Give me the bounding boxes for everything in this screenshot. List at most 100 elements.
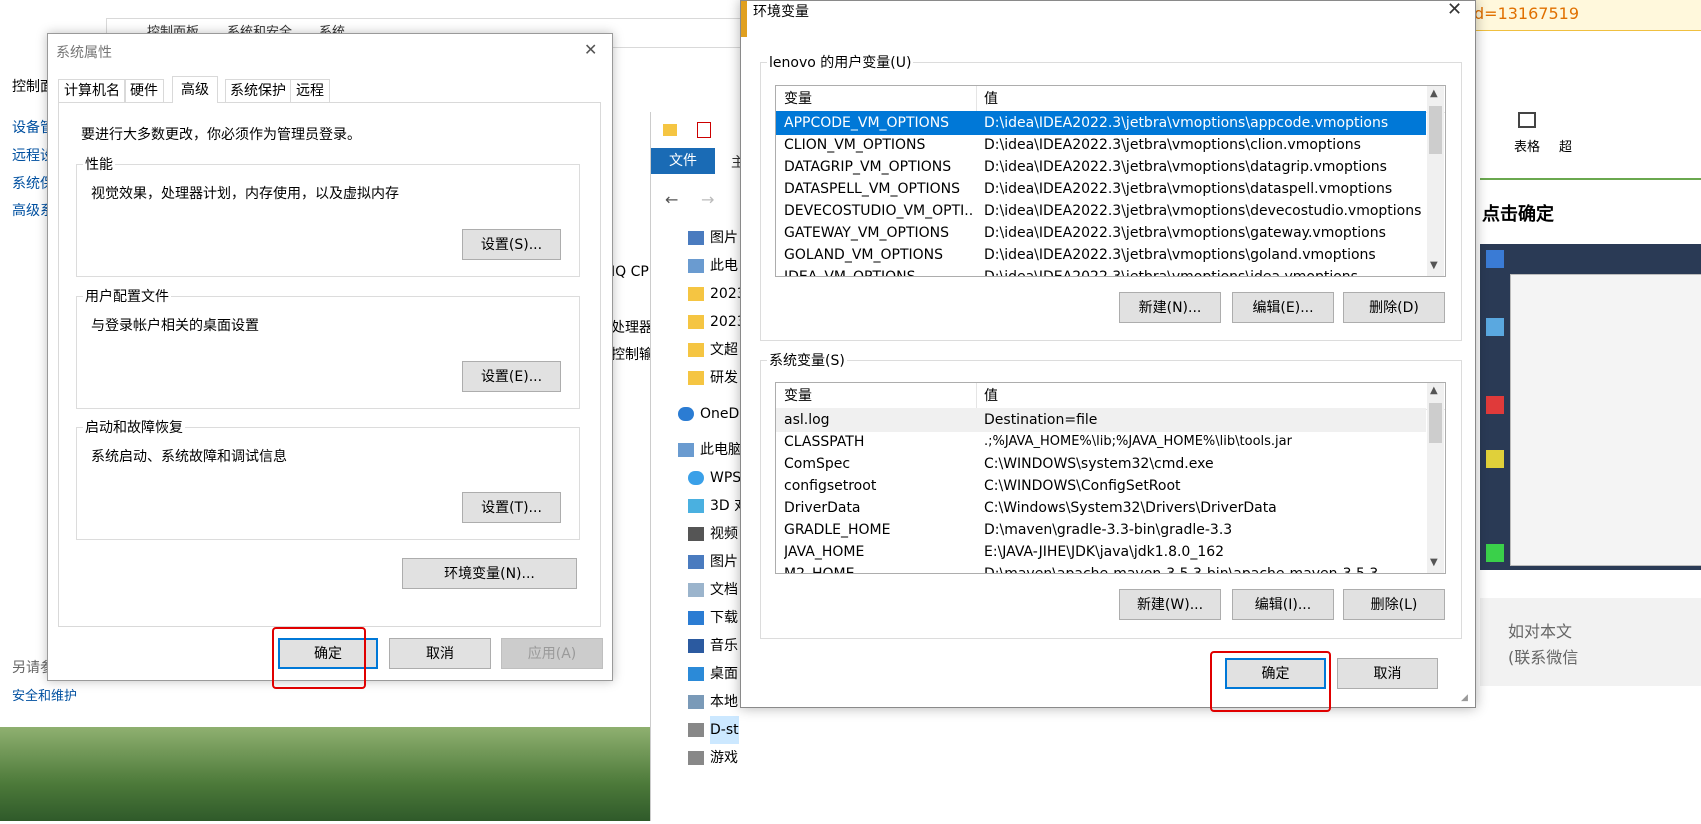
vertical-scrollbar[interactable]: ▲ ▼ (1427, 86, 1444, 276)
system-variables-list[interactable]: 变量 值 asl.log Destination=file CLASSPATH.;… (775, 382, 1446, 574)
var-name: APPCODE_VM_OPTIONS (784, 115, 950, 131)
list-row[interactable]: JAVA_HOME E:\JAVA-JIHE\JDK\java\jdk1.8.0_… (776, 540, 1445, 564)
tree-item[interactable]: WPS (688, 464, 742, 492)
section-heading: 点击确定 (1482, 204, 1554, 225)
scroll-down-icon[interactable]: ▼ (1430, 557, 1438, 568)
user-edit-button[interactable]: 编辑(E)... (1232, 292, 1334, 323)
thumbnail-window (1510, 274, 1701, 566)
startup-recovery-settings-button[interactable]: 设置(T)... (462, 492, 561, 523)
list-row[interactable]: GOLAND_VM_OPTIONS D:\idea\IDEA2022.3\jetb… (776, 243, 1445, 267)
var-value: Destination=file (984, 412, 1098, 428)
close-icon[interactable]: ✕ (584, 40, 597, 59)
desktop-wallpaper-strip (0, 727, 660, 821)
user-profile-settings-button[interactable]: 设置(E)... (462, 361, 561, 392)
cancel-button[interactable]: 取消 (389, 638, 491, 669)
column-header-variable[interactable]: 变量 (784, 383, 974, 409)
forward-arrow-icon[interactable]: → (701, 190, 714, 209)
performance-group: 性能 视觉效果，处理器计划，内存使用，以及虚拟内存 设置(S)... (76, 154, 580, 277)
list-row[interactable]: GRADLE_HOME D:\maven\gradle-3.3-bin\gradl… (776, 518, 1445, 542)
user-profile-title: 用户配置文件 (83, 286, 171, 306)
list-row[interactable]: DATAGRIP_VM_OPTIONS D:\idea\IDEA2022.3\je… (776, 155, 1445, 179)
tab-hardware[interactable]: 硬件 (124, 79, 164, 103)
env-cancel-button[interactable]: 取消 (1337, 658, 1438, 689)
tree-item[interactable]: OneD (678, 400, 739, 428)
tree-item[interactable]: 文超 (688, 336, 738, 364)
var-name: GATEWAY_VM_OPTIONS (784, 225, 950, 241)
user-variables-list[interactable]: 变量 值 APPCODE_VM_OPTIONS D:\idea\IDEA2022.… (775, 85, 1446, 277)
user-delete-button[interactable]: 删除(D) (1343, 292, 1445, 323)
column-header-variable[interactable]: 变量 (784, 86, 974, 112)
scroll-up-icon[interactable]: ▲ (1430, 385, 1438, 396)
performance-settings-button[interactable]: 设置(S)... (462, 229, 561, 260)
system-delete-button[interactable]: 删除(L) (1343, 589, 1445, 620)
var-name: CLION_VM_OPTIONS (784, 137, 926, 153)
column-header-value[interactable]: 值 (984, 383, 998, 409)
list-row[interactable]: M2_HOME D:\maven\apache-maven-3.5.3-bin\a… (776, 562, 1445, 573)
var-value: C:\WINDOWS\ConfigSetRoot (984, 478, 1181, 494)
vertical-scrollbar[interactable]: ▲ ▼ (1427, 383, 1444, 573)
tree-label: 下载 (710, 610, 738, 626)
list-row[interactable]: ComSpec C:\WINDOWS\system32\cmd.exe (776, 452, 1445, 476)
tree-item[interactable]: 研发 (688, 364, 738, 392)
screenshot-thumbnail (1480, 244, 1701, 570)
checkbox-icon (697, 122, 711, 138)
user-profile-desc: 与登录帐户相关的桌面设置 (91, 318, 259, 334)
file-explorer-window: 文件 主 ← → 图片 此电 2023 2023 文超 研发 OneD 此电脑 … (650, 112, 751, 821)
tree-item[interactable]: 图片 (688, 548, 738, 576)
user-variables-group: lenovo 的用户变量(U) 变量 值 APPCODE_VM_OPTIONS D… (760, 52, 1462, 341)
tree-item[interactable]: 视频 (688, 520, 738, 548)
table-label[interactable]: 表格 (1514, 136, 1540, 155)
tree-item[interactable]: 游戏 (688, 744, 738, 772)
tree-item[interactable]: 文档 (688, 576, 738, 604)
tree-label: WPS (710, 470, 742, 486)
back-arrow-icon[interactable]: ← (665, 190, 678, 209)
system-variables-group: 系统变量(S) 变量 值 asl.log Destination=file CLA… (760, 350, 1462, 639)
environment-variables-button[interactable]: 环境变量(N)... (402, 558, 577, 589)
list-row[interactable]: IDEA_VM_OPTIONS D:\idea\IDEA2022.3\jetbra… (776, 265, 1445, 276)
tab-remote[interactable]: 远程 (290, 79, 330, 103)
scroll-up-icon[interactable]: ▲ (1430, 88, 1438, 99)
list-row[interactable]: DATASPELL_VM_OPTIONS D:\idea\IDEA2022.3\j… (776, 177, 1445, 201)
apply-button[interactable]: 应用(A) (501, 638, 603, 669)
music-icon (688, 639, 704, 653)
scroll-down-icon[interactable]: ▼ (1430, 260, 1438, 271)
tree-item[interactable]: D-st (688, 716, 739, 744)
tree-item[interactable]: 下载 (688, 604, 738, 632)
scrollbar-thumb[interactable] (1429, 106, 1442, 154)
list-row[interactable]: asl.log Destination=file (776, 408, 1426, 432)
tab-computer-name[interactable]: 计算机名 (58, 79, 126, 103)
download-icon (688, 611, 704, 625)
system-edit-button[interactable]: 编辑(I)... (1232, 589, 1334, 620)
list-row[interactable]: configsetroot C:\WINDOWS\ConfigSetRoot (776, 474, 1445, 498)
list-row[interactable]: GATEWAY_VM_OPTIONS D:\idea\IDEA2022.3\jet… (776, 221, 1445, 245)
desktop-icon (688, 667, 704, 681)
column-header-value[interactable]: 值 (984, 86, 998, 112)
tab-system-protection[interactable]: 系统保护 (225, 79, 291, 103)
browser-page: d=13167519 表格 超 点击确定 如对本文 (联系微信 (1474, 0, 1701, 821)
list-row[interactable]: DEVECOSTUDIO_VM_OPTI... D:\idea\IDEA2022.… (776, 199, 1445, 223)
tree-item[interactable]: 此电 (688, 252, 738, 280)
tree-item[interactable]: 音乐 (688, 632, 738, 660)
tree-item[interactable]: 此电脑 (678, 436, 742, 464)
list-row[interactable]: DriverData C:\Windows\System32\Drivers\Dr… (776, 496, 1445, 520)
startup-recovery-title: 启动和故障恢复 (83, 417, 185, 437)
list-row[interactable]: CLASSPATH .;%JAVA_HOME%\lib;%JAVA_HOME%\l… (776, 430, 1445, 454)
resize-grip-icon[interactable]: ◢ (1461, 693, 1471, 703)
list-row[interactable]: APPCODE_VM_OPTIONS D:\idea\IDEA2022.3\jet… (776, 111, 1426, 135)
partial-label: 超 (1559, 140, 1573, 155)
title-accent-bar (741, 1, 747, 37)
tree-item[interactable]: 图片 (688, 224, 738, 252)
ribbon-file-tab[interactable]: 文件 (651, 148, 715, 174)
scrollbar-thumb[interactable] (1429, 403, 1442, 443)
security-link[interactable]: 安全和维护 (12, 685, 77, 704)
user-new-button[interactable]: 新建(N)... (1119, 292, 1221, 323)
close-icon[interactable]: ✕ (1447, 0, 1462, 20)
list-row[interactable]: CLION_VM_OPTIONS D:\idea\IDEA2022.3\jetbr… (776, 133, 1445, 157)
var-value: E:\JAVA-JIHE\JDK\java\jdk1.8.0_162 (984, 544, 1225, 560)
tab-advanced[interactable]: 高级 (172, 76, 218, 103)
tree-item[interactable]: 本地 (688, 688, 738, 716)
tree-item[interactable]: 桌面 (688, 660, 738, 688)
table-icon[interactable] (1518, 112, 1536, 128)
folder-icon (663, 124, 677, 136)
system-new-button[interactable]: 新建(W)... (1119, 589, 1221, 620)
